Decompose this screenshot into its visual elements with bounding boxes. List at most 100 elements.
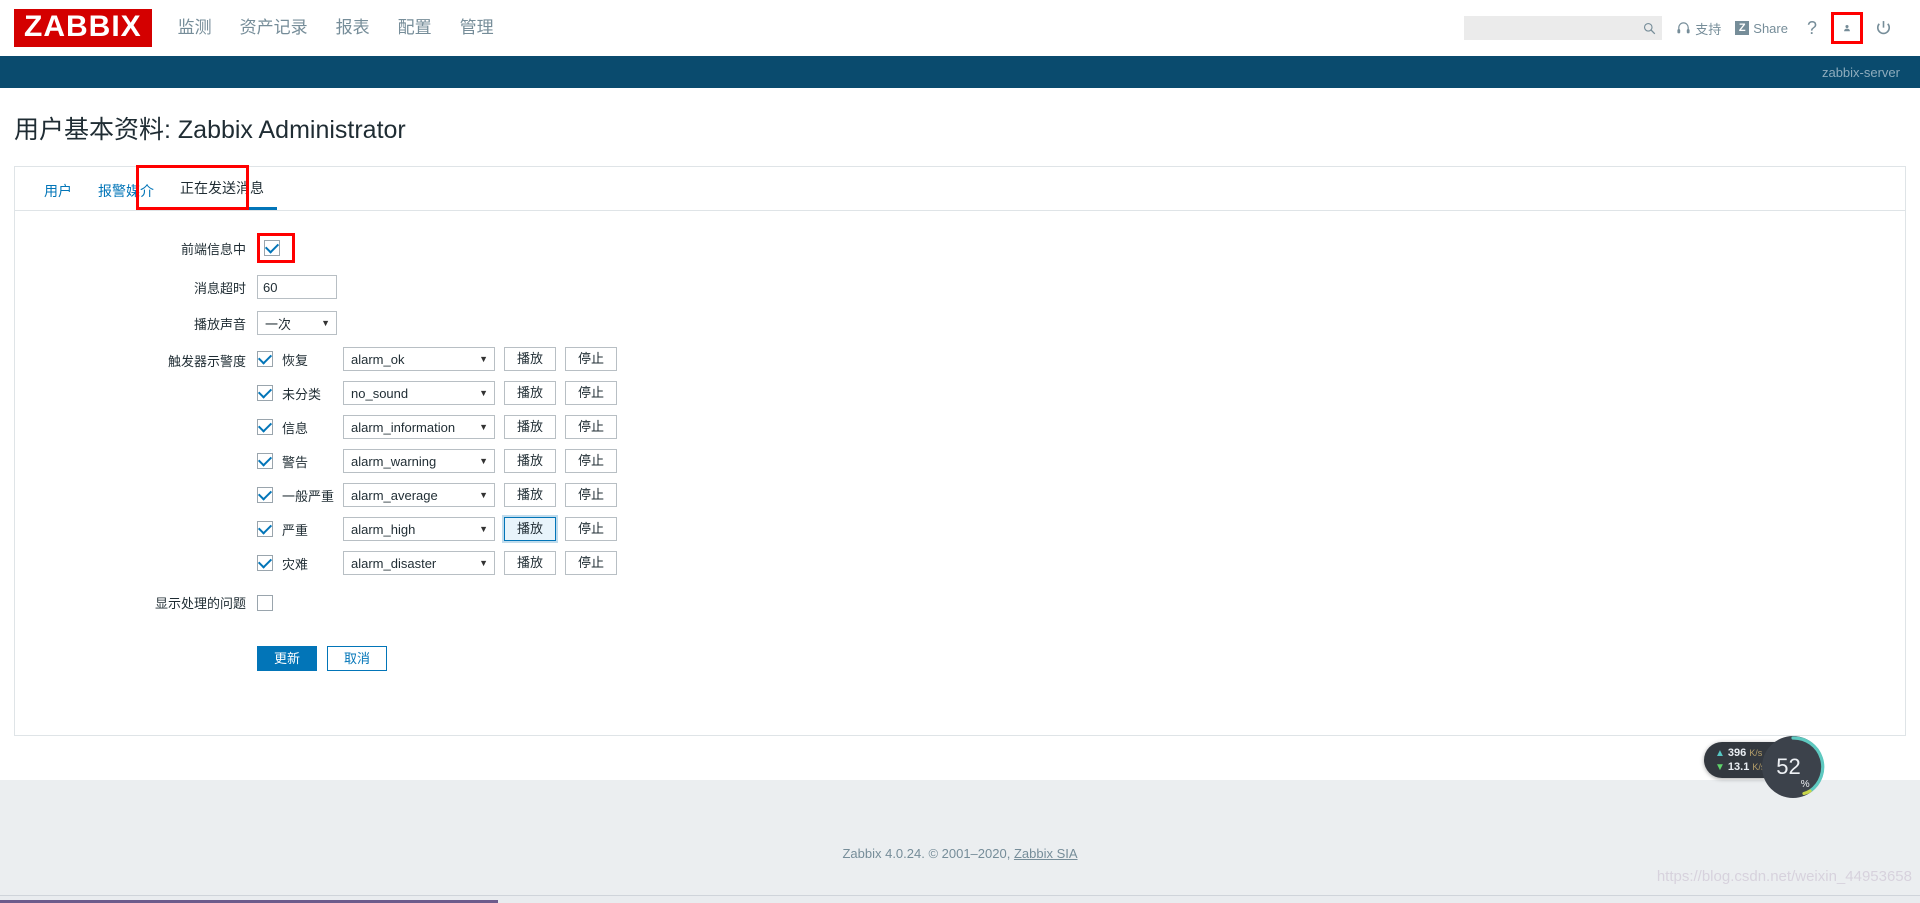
power-icon [1876,20,1890,34]
chevron-down-icon: ▼ [479,523,488,534]
severity-checkbox[interactable] [257,453,273,469]
severity-sound-select[interactable]: alarm_information ▼ [343,415,495,439]
page-title: 用户基本资料: Zabbix Administrator [14,116,406,144]
severity-name: 警告 [282,454,309,470]
severity-name: 一般严重 [282,488,335,504]
message-timeout-input[interactable] [257,275,337,299]
copyright-text: Zabbix 4.0.24. © 2001–2020, [842,846,1014,861]
play-button[interactable]: 播放 [504,449,557,473]
help-icon[interactable]: ? [1802,18,1822,39]
severity-checkbox[interactable] [257,555,273,571]
chevron-down-icon: ▼ [479,353,488,364]
row-form-actions: 更新 取消 [15,624,1905,671]
cancel-button[interactable]: 取消 [327,646,388,671]
severity-sound-value: alarm_warning [351,453,437,469]
stop-button[interactable]: 停止 [565,551,618,575]
row-frontend-messaging: 前端信息中 [15,233,1905,263]
messaging-form: 前端信息中 消息超时 播放声音 一次 [15,211,1905,671]
arrow-down-icon: ▼ [1715,762,1725,773]
nav-item-inventory[interactable]: 资产记录 [240,0,308,56]
page-content: 用户基本资料: Zabbix Administrator 用户 报警媒介 正在发… [0,88,1920,736]
tab-messaging[interactable]: 正在发送消息 [167,172,277,210]
zabbix-share-icon: Z [1735,21,1750,35]
severity-checkbox[interactable] [257,419,273,435]
stop-button[interactable]: 停止 [565,381,618,405]
global-search[interactable] [1464,16,1663,40]
frontend-messaging-label: 前端信息中 [180,241,246,257]
severity-checkbox[interactable] [257,487,273,503]
search-input[interactable] [1465,17,1662,39]
severity-checkbox[interactable] [257,385,273,401]
upload-value: 396 [1727,747,1747,759]
nav-item-monitoring[interactable]: 监测 [178,0,212,56]
severity-row: 未分类 no_sound ▼ 播放 停止 [257,381,618,405]
zabbix-sia-link[interactable]: Zabbix SIA [1014,846,1078,861]
chevron-down-icon: ▼ [479,421,488,432]
trigger-severity-label: 触发器示警度 [167,354,246,369]
footer: Zabbix 4.0.24. © 2001–2020, Zabbix SIA h… [0,780,1920,903]
tab-user[interactable]: 用户 [31,175,85,210]
severity-sound-value: alarm_ok [351,351,405,367]
severity-sound-select[interactable]: alarm_warning ▼ [343,449,495,473]
stop-button[interactable]: 停止 [565,415,618,439]
severity-checkbox[interactable] [257,521,273,537]
share-link[interactable]: Z Share [1735,21,1788,36]
gauge-unit: % [1800,779,1810,790]
severity-sound-value: alarm_average [351,487,438,503]
severity-sound-value: alarm_high [351,521,416,537]
show-suppressed-checkbox[interactable] [257,594,273,611]
play-button[interactable]: 播放 [504,551,557,575]
stop-button[interactable]: 停止 [565,347,618,371]
chevron-down-icon: ▼ [479,489,489,500]
headset-icon [1677,21,1690,33]
footer-text: Zabbix 4.0.24. © 2001–2020, Zabbix SIA [0,780,1920,861]
network-speed-widget[interactable]: ▲ 396 K/s ▼ 13.1 K/s 52 % [1704,736,1825,798]
severity-checkbox[interactable] [257,351,273,367]
severity-sound-select[interactable]: alarm_average ▼ [343,483,496,507]
zabbix-logo[interactable]: ZABBIX [14,9,152,47]
download-speed: ▼ 13.1 K/s [1715,761,1765,773]
stop-button[interactable]: 停止 [565,483,618,507]
severity-name: 严重 [282,522,309,538]
nav-item-administration[interactable]: 管理 [460,0,494,56]
play-button[interactable]: 播放 [504,381,557,405]
severity-sound-select[interactable]: alarm_ok ▼ [343,347,495,371]
chevron-down-icon: ▼ [479,557,488,568]
severity-sound-select[interactable]: alarm_disaster ▼ [343,551,495,575]
support-label: 支持 [1695,21,1722,37]
stop-button[interactable]: 停止 [565,517,618,541]
severity-row: 恢复 alarm_ok ▼ 播放 停止 [257,347,618,371]
play-sound-select[interactable]: 一次 ▼ [257,311,337,335]
severity-row: 严重 alarm_high ▼ 播放 停止 [257,517,618,541]
update-button[interactable]: 更新 [257,646,318,671]
row-trigger-severity: 触发器示警度 恢复 alarm_ok ▼ 播放 停止 未分类 no_sound ▼ 播放 停止 信息… [15,347,1905,575]
watermark: https://blog.csdn.net/weixin_44953658 [1656,868,1912,885]
stop-button[interactable]: 停止 [565,449,618,473]
severity-sound-select[interactable]: no_sound ▼ [343,381,495,405]
play-button[interactable]: 播放 [504,415,557,439]
profile-form-card: 用户 报警媒介 正在发送消息 前端信息中 消息超时 60 播放声音 一次 ▼ 触… [14,165,1906,736]
chevron-down-icon: ▼ [479,455,488,466]
nav-item-reports[interactable]: 报表 [336,0,370,56]
signout-button[interactable] [1872,17,1894,39]
severity-name: 未分类 [282,386,322,402]
severity-name: 信息 [282,420,309,436]
download-value: 13.1 [1727,761,1750,773]
play-button[interactable]: 播放 [504,483,557,507]
main-navigation: 监测 资产记录 报表 配置 管理 [178,0,494,56]
tab-media[interactable]: 报警媒介 [85,175,167,210]
severity-sound-value: alarm_disaster [351,555,437,571]
support-link[interactable]: 支持 [1676,19,1721,38]
severity-row: 一般严重 alarm_average ▼ 播放 停止 [257,483,618,507]
arrow-up-icon: ▲ [1715,748,1725,759]
play-button[interactable]: 播放 [504,517,557,541]
user-profile-icon[interactable] [1831,12,1863,44]
frontend-messaging-checkbox[interactable] [264,240,280,256]
play-button[interactable]: 播放 [504,347,557,371]
row-show-suppressed: 显示处理的问题 [15,593,1905,612]
severity-name: 灾难 [282,556,309,572]
severity-sound-value: no_sound [351,385,409,401]
chevron-down-icon: ▼ [479,387,488,398]
nav-item-configuration[interactable]: 配置 [398,0,432,56]
severity-sound-select[interactable]: alarm_high ▼ [343,517,495,541]
